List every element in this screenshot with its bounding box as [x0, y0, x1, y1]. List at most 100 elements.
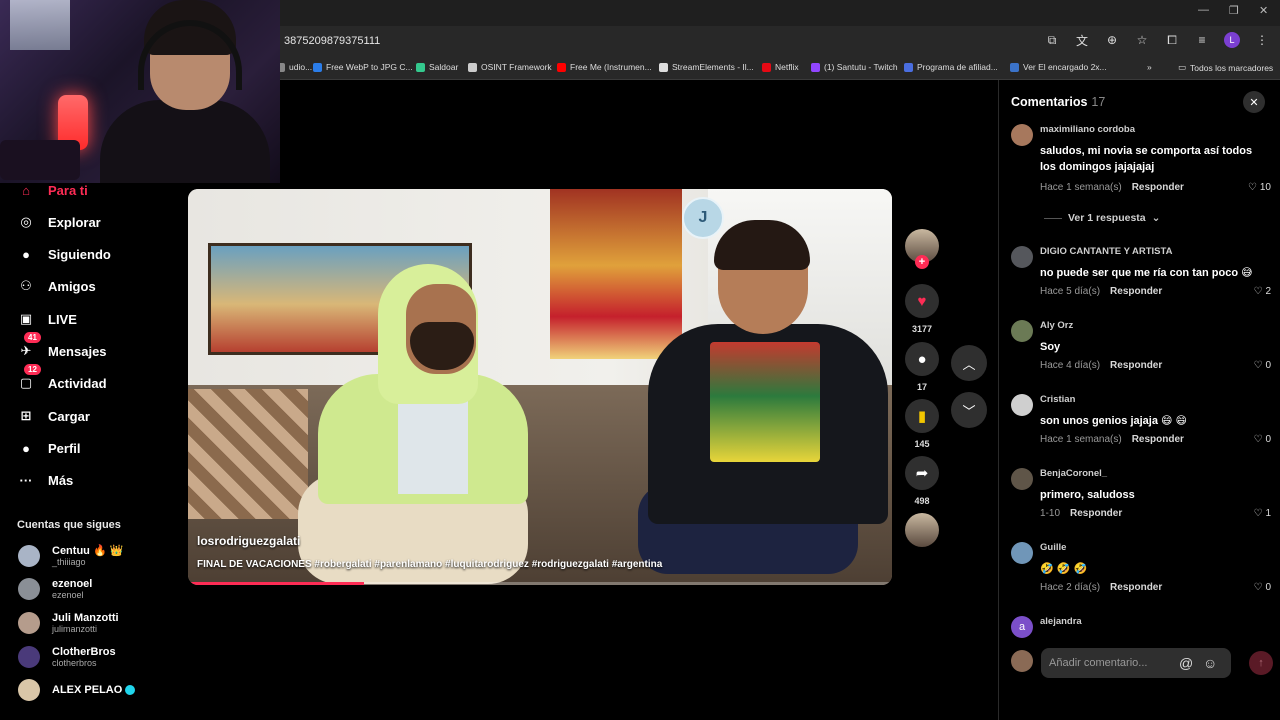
bookmark-item[interactable]: Programa de afiliad... — [904, 62, 998, 72]
bookmark-item[interactable]: StreamElements - Il... — [659, 62, 754, 72]
share-action[interactable]: ➦ 498 — [904, 456, 940, 506]
sidebar-item-más[interactable]: ··· Más — [16, 470, 74, 490]
following-account[interactable]: ezenoel ezenoel — [18, 578, 92, 600]
creator-avatar[interactable]: + — [905, 229, 939, 269]
comment-like-button[interactable]: ♡ 0 — [1253, 582, 1271, 593]
following-account[interactable]: Centuu 🔥 👑 _thiiiago — [18, 544, 123, 567]
creator-profile[interactable]: + — [904, 229, 940, 269]
profile-avatar[interactable]: L — [1224, 32, 1240, 48]
video-progress-bar[interactable] — [188, 582, 892, 585]
install-app-icon[interactable]: ⧉ — [1044, 32, 1060, 48]
sidebar-item-live[interactable]: ▣ LIVE — [16, 309, 77, 329]
following-avatar-icon: ● — [22, 246, 30, 262]
comment-bubble-icon[interactable]: ● — [905, 342, 939, 376]
emoji-icon[interactable]: ☺ — [1203, 655, 1217, 671]
comment-action[interactable]: ● 17 — [904, 342, 940, 392]
comment-avatar[interactable] — [1011, 246, 1033, 268]
save-action[interactable]: ▮ 145 — [904, 399, 940, 449]
mention-icon[interactable]: @ — [1179, 655, 1193, 671]
sidebar-item-mensajes[interactable]: ✈ 41 Mensajes — [16, 332, 107, 361]
following-name: ALEX PELAO — [52, 684, 123, 696]
comment-timestamp: Hace 2 día(s) — [1040, 582, 1101, 593]
bookmark-item[interactable]: Free WebP to JPG C... — [313, 62, 413, 72]
comment-like-button[interactable]: ♡ 0 — [1253, 434, 1271, 445]
sidebar-item-cargar[interactable]: ⊞ Cargar — [16, 406, 90, 426]
restore-icon[interactable]: ❐ — [1229, 4, 1239, 17]
extensions-icon[interactable]: ⧠ — [1164, 32, 1180, 48]
comment-username[interactable]: maximiliano cordoba — [1040, 124, 1135, 135]
minimize-icon[interactable]: — — [1198, 4, 1209, 16]
heart-outline-icon: ♡ — [1253, 360, 1263, 371]
comment-avatar[interactable] — [1011, 124, 1033, 146]
reply-button[interactable]: Responder — [1110, 360, 1162, 371]
media-control-icon[interactable]: ≡ — [1194, 32, 1210, 48]
comment-username[interactable]: Cristian — [1040, 394, 1075, 405]
comment-avatar[interactable]: a — [1011, 616, 1033, 638]
bookmark-item[interactable]: Ver El encargado 2x... — [1010, 62, 1107, 72]
view-replies-button[interactable]: Ver 1 respuesta ⌄ — [1044, 212, 1160, 224]
sidebar-item-para-ti[interactable]: ⌂ Para ti — [16, 180, 88, 200]
comment-like-count: 10 — [1259, 182, 1271, 193]
comment-avatar[interactable] — [1011, 320, 1033, 342]
next-video-button[interactable]: ﹀ — [951, 392, 987, 428]
translate-icon[interactable]: 文 — [1074, 32, 1090, 48]
bookmark-item[interactable]: Saldoar — [416, 62, 458, 72]
reply-button[interactable]: Responder — [1070, 508, 1122, 519]
bookmark-label: (1) Santutu - Twitch — [824, 62, 898, 72]
video-player[interactable]: J losrodriguezgalati FINAL DE VACACIONES… — [188, 189, 892, 585]
comment-avatar[interactable] — [1011, 468, 1033, 490]
comment-username[interactable]: alejandra — [1040, 616, 1082, 627]
share-count: 498 — [914, 496, 930, 506]
comment-like-button[interactable]: ♡ 1 — [1253, 508, 1271, 519]
following-account[interactable]: Juli Manzotti julimanzotti — [18, 612, 119, 634]
comments-title: Comentarios 17 — [1011, 95, 1105, 109]
comment-like-button[interactable]: ♡ 0 — [1253, 360, 1271, 371]
sidebar-item-actividad[interactable]: ▢ 12 Actividad — [16, 364, 107, 393]
share-arrow-icon[interactable]: ➦ — [905, 456, 939, 490]
comment-username[interactable]: Guille — [1040, 542, 1066, 553]
comment-avatar[interactable] — [1011, 394, 1033, 416]
video-author[interactable]: losrodriguezgalati — [197, 534, 300, 548]
comment-username[interactable]: BenjaCoronel_ — [1040, 468, 1107, 479]
video-description[interactable]: FINAL DE VACACIONES #robergalati #parenl… — [197, 559, 662, 570]
browser-menu-icon[interactable]: ⋮ — [1254, 32, 1270, 48]
reply-button[interactable]: Responder — [1132, 182, 1184, 193]
sound-creator[interactable] — [904, 513, 940, 547]
comment-like-button[interactable]: ♡ 10 — [1248, 182, 1271, 193]
close-window-icon[interactable]: ✕ — [1259, 4, 1268, 17]
bookmark-item[interactable]: OSINT Framework — [468, 62, 552, 72]
comment-avatar[interactable] — [1011, 542, 1033, 564]
bookmark-item[interactable]: Netflix — [762, 62, 799, 72]
sound-disc-icon[interactable] — [905, 513, 939, 547]
close-comments-button[interactable]: ✕ — [1243, 91, 1265, 113]
sidebar-item-perfil[interactable]: ● Perfil — [16, 438, 80, 458]
bookmark-item[interactable]: udio... — [276, 62, 312, 72]
following-account[interactable]: ClotherBros clotherbros — [18, 646, 116, 668]
bookmark-icon[interactable]: ▮ — [905, 399, 939, 433]
sidebar-item-explorar[interactable]: ◎ Explorar — [16, 212, 100, 232]
bookmark-item[interactable]: Free Me (Instrumen... — [557, 62, 652, 72]
more-bookmarks-icon[interactable]: » — [1147, 62, 1152, 72]
send-comment-button[interactable]: ↑ — [1249, 651, 1273, 675]
bookmark-star-icon[interactable]: ☆ — [1134, 32, 1150, 48]
person-right — [628, 220, 892, 585]
comment-like-button[interactable]: ♡ 2 — [1253, 286, 1271, 297]
all-bookmarks-folder[interactable]: ▭ Todos los marcadores — [1178, 62, 1273, 73]
following-account[interactable]: ALEX PELAO — [18, 679, 136, 701]
sidebar-item-siguiendo[interactable]: ● Siguiendo — [16, 244, 111, 264]
url-text[interactable]: 3875209879375111 — [284, 35, 380, 47]
reply-button[interactable]: Responder — [1132, 434, 1184, 445]
like-action[interactable]: ♥ 3177 — [904, 284, 940, 334]
zoom-icon[interactable]: ⊕ — [1104, 32, 1120, 48]
comment-username[interactable]: DIGIO CANTANTE Y ARTISTA — [1040, 246, 1172, 257]
heart-icon[interactable]: ♥ — [905, 284, 939, 318]
reply-button[interactable]: Responder — [1110, 582, 1162, 593]
reply-button[interactable]: Responder — [1110, 286, 1162, 297]
all-bookmarks-label: Todos los marcadores — [1190, 62, 1274, 73]
comment-username[interactable]: Aly Orz — [1040, 320, 1073, 331]
previous-video-button[interactable]: ︿ — [951, 345, 987, 381]
sidebar-item-label: Siguiendo — [48, 246, 111, 262]
sidebar-item-amigos[interactable]: ⚇ Amigos — [16, 276, 96, 296]
bookmark-item[interactable]: (1) Santutu - Twitch — [811, 62, 898, 72]
follow-plus-icon[interactable]: + — [915, 255, 929, 269]
